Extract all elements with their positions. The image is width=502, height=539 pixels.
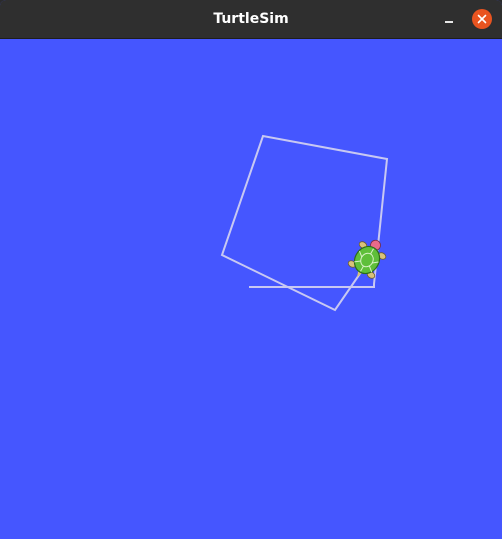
canvas-drawing bbox=[220, 134, 391, 312]
pen-trail bbox=[220, 134, 389, 312]
minimize-icon bbox=[445, 21, 453, 23]
turtle-canvas[interactable] bbox=[0, 39, 502, 539]
turtlesim-window: TurtleSim bbox=[0, 0, 502, 539]
minimize-button[interactable] bbox=[439, 9, 459, 29]
window-title: TurtleSim bbox=[213, 11, 289, 27]
titlebar[interactable]: TurtleSim bbox=[0, 0, 502, 39]
close-icon bbox=[477, 14, 487, 24]
turtle-icon[interactable] bbox=[344, 233, 391, 284]
close-button[interactable] bbox=[472, 9, 492, 29]
